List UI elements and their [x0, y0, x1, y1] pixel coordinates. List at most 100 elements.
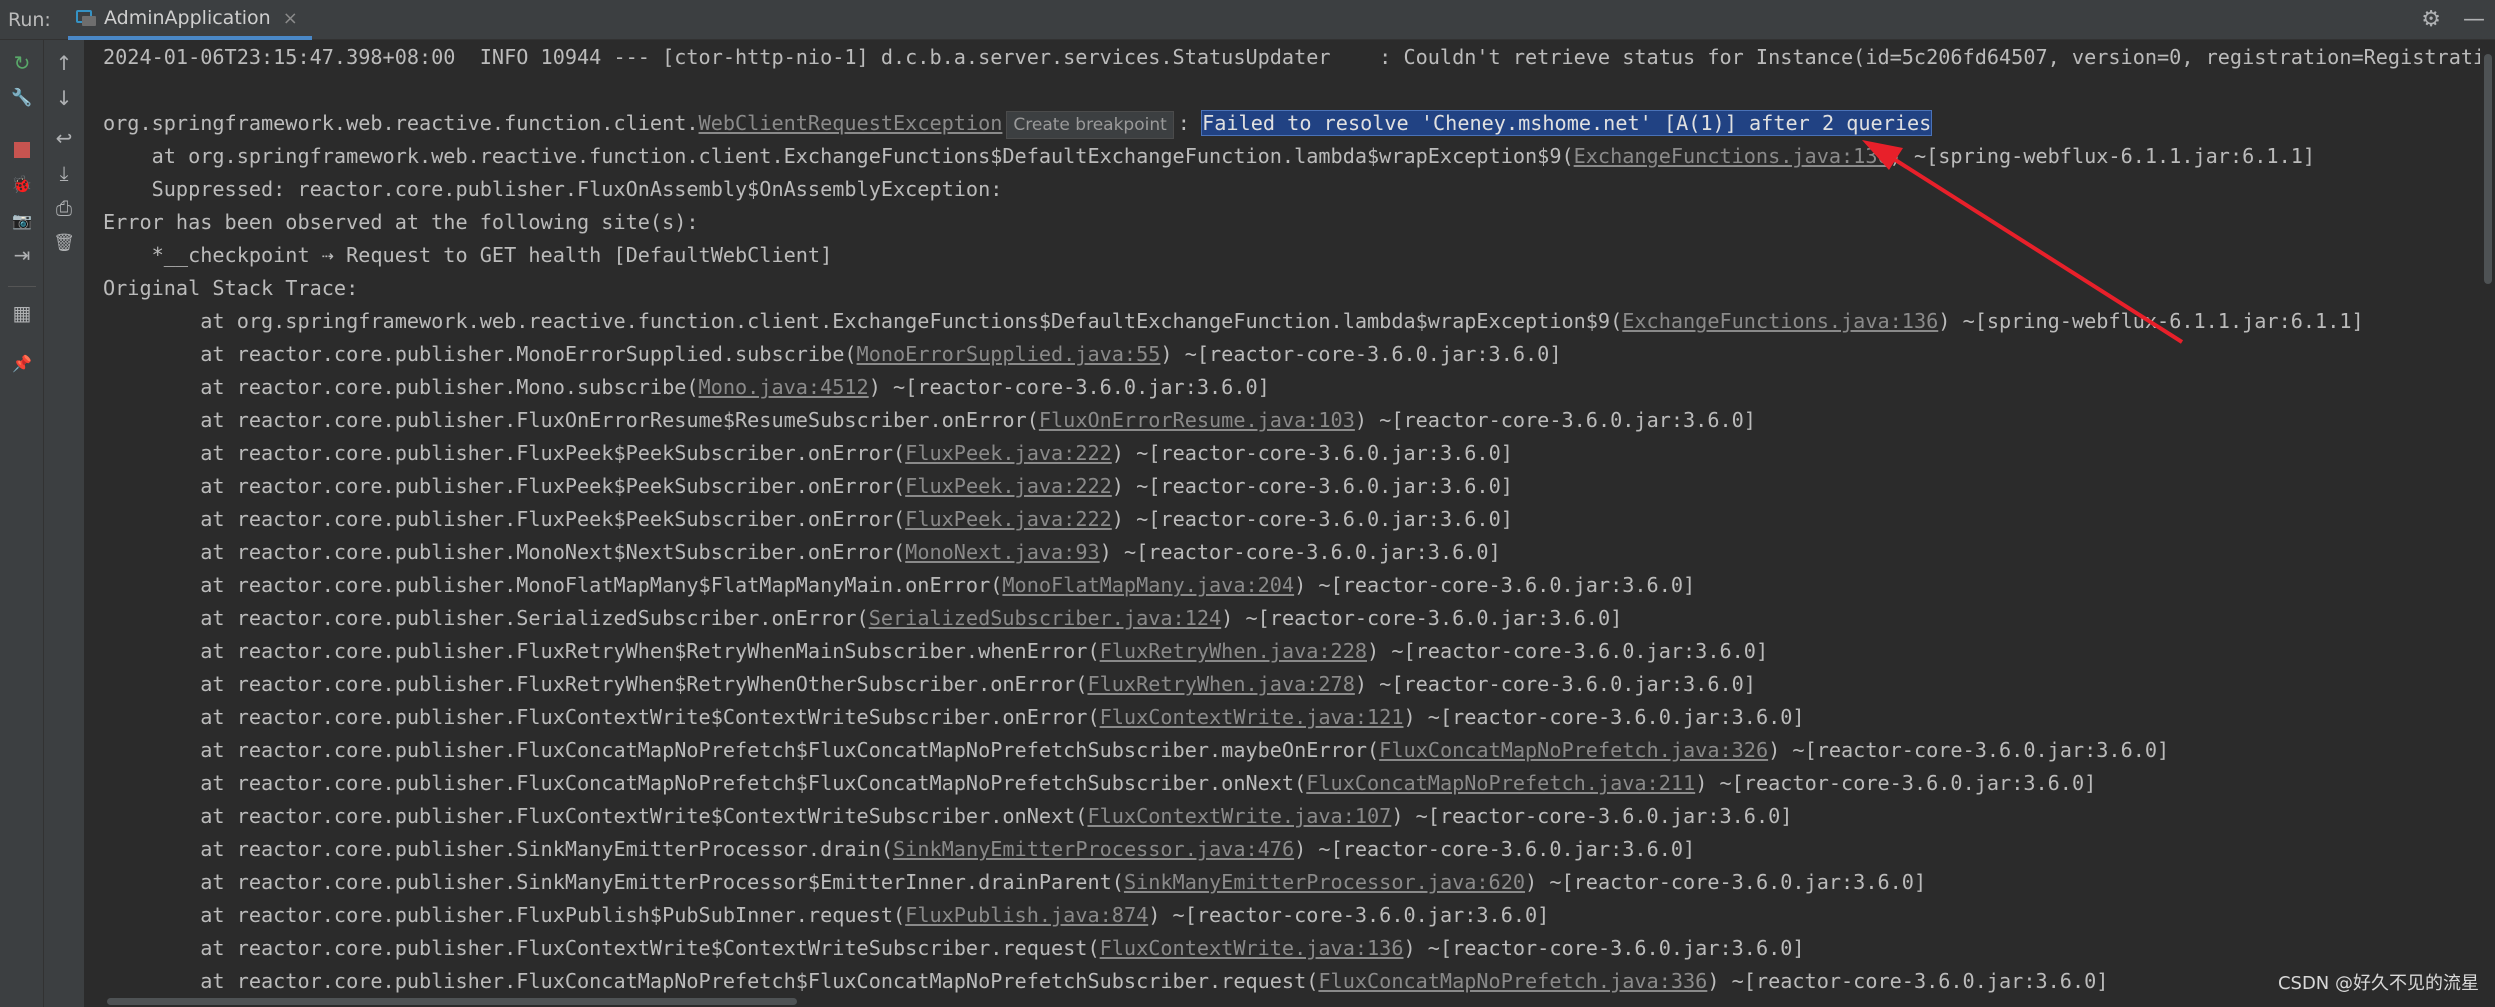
stack-frame-suffix: ) ~[reactor-core-3.6.0.jar:3.6.0]: [1099, 540, 1501, 564]
stack-frame-line: at reactor.core.publisher.FluxRetryWhen$…: [103, 635, 1768, 668]
source-link[interactable]: FluxRetryWhen.java:278: [1087, 672, 1354, 696]
print-icon[interactable]: ⎙: [49, 193, 79, 223]
stack-frame-text: at reactor.core.publisher.SinkManyEmitte…: [103, 870, 1124, 894]
rerun-icon[interactable]: ↻: [7, 48, 37, 78]
log-line: 2024-01-06T23:15:47.398+08:00 INFO 10944…: [103, 45, 2480, 69]
stack-line-suffix: ) ~[spring-webflux-6.1.1.jar:6.1.1]: [1889, 144, 2316, 168]
stack-frame-suffix: ) ~[reactor-core-3.6.0.jar:3.6.0]: [868, 375, 1270, 399]
source-link[interactable]: SinkManyEmitterProcessor.java:476: [893, 837, 1294, 861]
stack-frame-suffix: ) ~[reactor-core-3.6.0.jar:3.6.0]: [1707, 969, 2109, 993]
stack-frame-line: at reactor.core.publisher.SerializedSubs…: [103, 602, 1622, 635]
stack-frame-line: at reactor.core.publisher.MonoNext$NextS…: [103, 536, 1501, 569]
stack-frame-line: at reactor.core.publisher.FluxContextWri…: [103, 701, 1804, 734]
arrow-up-icon[interactable]: ↑: [49, 48, 79, 78]
source-link[interactable]: MonoNext.java:93: [905, 540, 1099, 564]
stack-frame-text: at reactor.core.publisher.MonoNext$NextS…: [103, 540, 906, 564]
source-link[interactable]: FluxPeek.java:222: [905, 441, 1112, 465]
arrow-down-icon[interactable]: ↓: [49, 83, 79, 113]
source-link[interactable]: ExchangeFunctions.java:136: [1574, 144, 1890, 168]
vertical-scrollbar[interactable]: [2481, 40, 2495, 1007]
stack-frame-text: at reactor.core.publisher.FluxPeek$PeekS…: [103, 441, 906, 465]
stack-frame-line: at reactor.core.publisher.FluxConcatMapN…: [103, 965, 2108, 995]
debug-bug-icon[interactable]: 🐞: [7, 170, 37, 200]
stack-frame-suffix: ) ~[reactor-core-3.6.0.jar:3.6.0]: [1768, 738, 2170, 762]
wrench-icon[interactable]: 🔧: [7, 83, 37, 113]
source-link[interactable]: FluxContextWrite.java:107: [1087, 804, 1391, 828]
exception-class-link[interactable]: WebClientRequestException: [699, 111, 1003, 135]
stack-frame-line: at reactor.core.publisher.SinkManyEmitte…: [103, 833, 1695, 866]
observed-line: Error has been observed at the following…: [103, 210, 699, 234]
source-link[interactable]: FluxPeek.java:222: [905, 474, 1112, 498]
source-link[interactable]: FluxConcatMapNoPrefetch.java:336: [1318, 969, 1707, 993]
source-link[interactable]: FluxRetryWhen.java:228: [1100, 639, 1367, 663]
source-link[interactable]: FluxConcatMapNoPrefetch.java:326: [1379, 738, 1768, 762]
source-link[interactable]: FluxConcatMapNoPrefetch.java:211: [1306, 771, 1695, 795]
stack-frame-suffix: ) ~[reactor-core-3.6.0.jar:3.6.0]: [1221, 606, 1623, 630]
stack-frame-line: at reactor.core.publisher.MonoErrorSuppl…: [103, 338, 1562, 371]
stack-frame-suffix: ) ~[reactor-core-3.6.0.jar:3.6.0]: [1111, 474, 1513, 498]
run-label: Run:: [8, 9, 51, 31]
source-link[interactable]: MonoErrorSupplied.java:55: [857, 342, 1161, 366]
run-toolbar-secondary: ↑ ↓ ↩ ⤓ ⎙ 🗑: [44, 40, 85, 1007]
source-link[interactable]: ExchangeFunctions.java:136: [1622, 309, 1938, 333]
stop-icon[interactable]: [7, 135, 37, 165]
stack-frame-text: at reactor.core.publisher.FluxContextWri…: [103, 936, 1100, 960]
source-link[interactable]: SinkManyEmitterProcessor.java:620: [1124, 870, 1525, 894]
stack-frame-suffix: ) ~[reactor-core-3.6.0.jar:3.6.0]: [1148, 903, 1550, 927]
stack-frame-text: at reactor.core.publisher.FluxConcatMapN…: [103, 969, 1319, 993]
stack-frame-line: at reactor.core.publisher.FluxContextWri…: [103, 932, 1805, 965]
stack-frame-text: at reactor.core.publisher.FluxOnErrorRes…: [103, 408, 1039, 432]
stack-frame-text: at reactor.core.publisher.MonoFlatMapMan…: [103, 573, 1003, 597]
settings-gear-icon[interactable]: ⚙: [2421, 7, 2441, 32]
source-link[interactable]: FluxPublish.java:874: [905, 903, 1148, 927]
source-link[interactable]: FluxOnErrorResume.java:103: [1039, 408, 1355, 432]
stack-frame-suffix: ) ~[reactor-core-3.6.0.jar:3.6.0]: [1354, 408, 1756, 432]
source-link[interactable]: FluxContextWrite.java:136: [1100, 936, 1404, 960]
stack-frame-line: at reactor.core.publisher.FluxOnErrorRes…: [103, 404, 1756, 437]
application-icon: [76, 10, 96, 26]
horizontal-scroll-thumb[interactable]: [107, 998, 797, 1005]
source-link[interactable]: FluxContextWrite.java:121: [1100, 705, 1404, 729]
tab-label: AdminApplication: [104, 7, 271, 29]
source-link[interactable]: FluxPeek.java:222: [905, 507, 1112, 531]
layout-icon[interactable]: ▦: [7, 298, 37, 328]
scroll-to-end-icon[interactable]: ⤓: [49, 158, 79, 188]
stack-frame-line: at reactor.core.publisher.FluxPeek$PeekS…: [103, 437, 1513, 470]
close-icon[interactable]: ×: [283, 8, 298, 29]
tab-admin-application[interactable]: AdminApplication ×: [68, 0, 312, 40]
stack-frame-suffix: ) ~[reactor-core-3.6.0.jar:3.6.0]: [1354, 672, 1756, 696]
source-link[interactable]: SerializedSubscriber.java:124: [869, 606, 1221, 630]
trash-icon[interactable]: 🗑: [49, 228, 79, 258]
vertical-scroll-thumb[interactable]: [2484, 54, 2492, 284]
selected-error-message[interactable]: Failed to resolve 'Cheney.mshome.net' [A…: [1201, 110, 1933, 136]
stack-frame-suffix: ) ~[reactor-core-3.6.0.jar:3.6.0]: [1160, 342, 1562, 366]
stack-frame-suffix: ) ~[reactor-core-3.6.0.jar:3.6.0]: [1391, 804, 1793, 828]
horizontal-scrollbar[interactable]: [85, 995, 2480, 1007]
stack-frame-text: at org.springframework.web.reactive.func…: [103, 309, 1623, 333]
hide-panel-icon[interactable]: —: [2463, 7, 2485, 32]
stack-frame-text: at reactor.core.publisher.FluxPeek$PeekS…: [103, 474, 906, 498]
exit-icon[interactable]: ⇥: [7, 240, 37, 270]
source-link[interactable]: MonoFlatMapMany.java:204: [1002, 573, 1294, 597]
exception-prefix: org.springframework.web.reactive.functio…: [103, 111, 699, 135]
stack-frame-text: at reactor.core.publisher.FluxContextWri…: [103, 705, 1100, 729]
stack-frame-line: at reactor.core.publisher.FluxPeek$PeekS…: [103, 470, 1513, 503]
stack-frame-line: at reactor.core.publisher.FluxConcatMapN…: [103, 767, 2096, 800]
console-output[interactable]: 2024-01-06T23:15:47.398+08:00 INFO 10944…: [85, 40, 2480, 995]
run-tool-window-header: Run: AdminApplication × ⚙ —: [0, 0, 2495, 40]
pin-icon[interactable]: 📌: [7, 348, 37, 378]
stack-frame-line: at reactor.core.publisher.MonoFlatMapMan…: [103, 569, 1695, 602]
stack-frame-text: at reactor.core.publisher.FluxConcatMapN…: [103, 738, 1380, 762]
camera-icon[interactable]: 📷: [7, 205, 37, 235]
suppressed-line: Suppressed: reactor.core.publisher.FluxO…: [103, 177, 1015, 201]
stack-frame-text: at reactor.core.publisher.MonoErrorSuppl…: [103, 342, 857, 366]
stack-frame-text: at reactor.core.publisher.FluxRetryWhen$…: [103, 672, 1088, 696]
stack-frame-suffix: ) ~[spring-webflux-6.1.1.jar:6.1.1]: [1938, 309, 2364, 333]
stack-frame-text: at reactor.core.publisher.Mono.subscribe…: [103, 375, 699, 399]
stack-frame-text: at reactor.core.publisher.SinkManyEmitte…: [103, 837, 894, 861]
stack-frame-suffix: ) ~[reactor-core-3.6.0.jar:3.6.0]: [1403, 936, 1805, 960]
create-breakpoint-tooltip[interactable]: Create breakpoint: [1006, 111, 1174, 139]
checkpoint-line: *__checkpoint ⇢ Request to GET health [D…: [103, 243, 833, 267]
soft-wrap-icon[interactable]: ↩: [49, 123, 79, 153]
source-link[interactable]: Mono.java:4512: [699, 375, 869, 399]
